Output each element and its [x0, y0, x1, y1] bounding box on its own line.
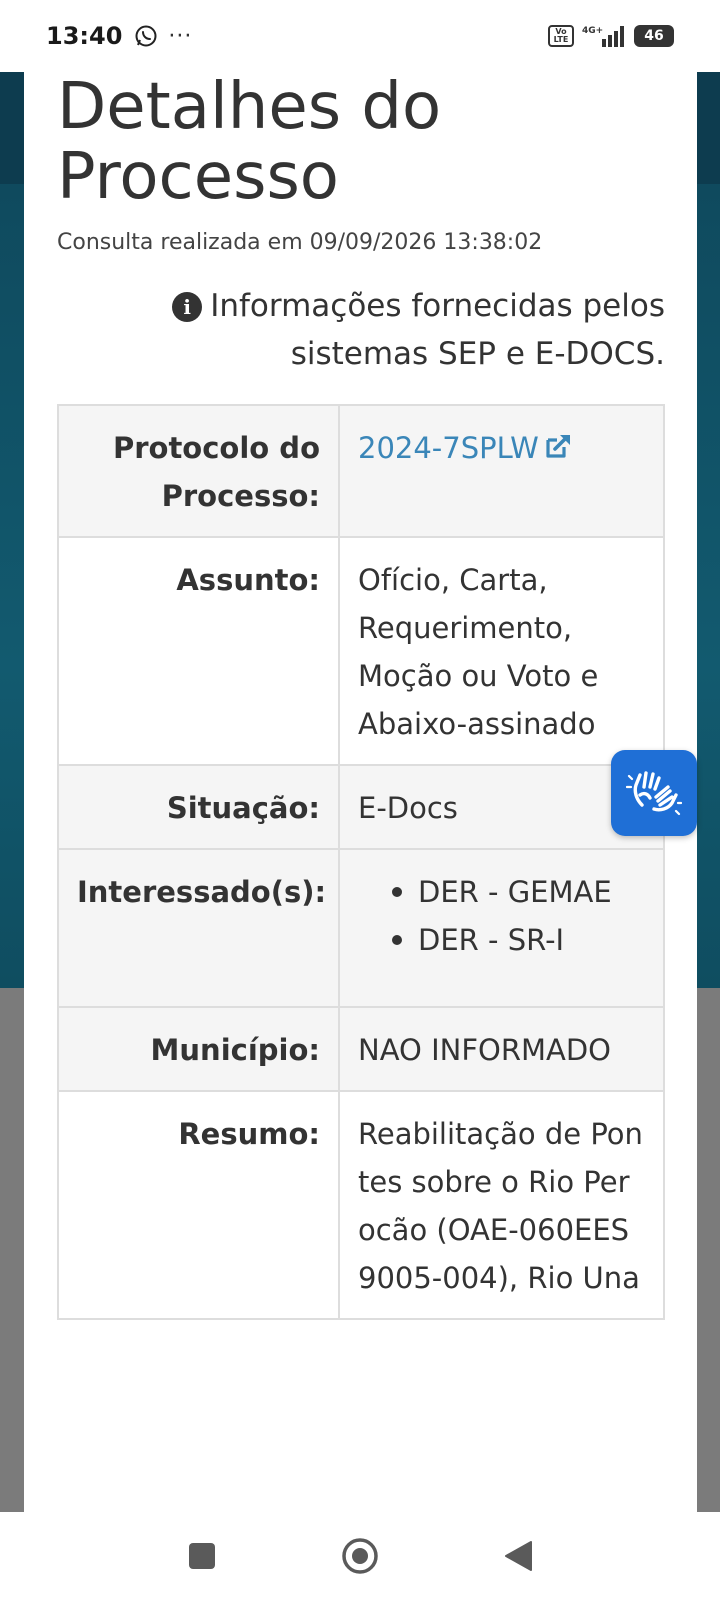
- volte-icon: Vo LTE: [548, 25, 574, 47]
- network-type-label: 4G+: [582, 26, 603, 36]
- source-note: i Informações fornecidas pelos sistemas S…: [105, 282, 665, 378]
- square-icon: [189, 1543, 215, 1569]
- info-circle-icon: i: [172, 292, 203, 322]
- back-triangle-icon: [505, 1541, 532, 1571]
- interested-list: DER - GEMAE DER - SR-I: [358, 868, 645, 964]
- back-button[interactable]: [498, 1536, 538, 1576]
- protocol-link[interactable]: 2024-7SPLW: [358, 431, 573, 465]
- status-bar: 13:40 ··· Vo LTE 4G+ 46: [0, 0, 720, 72]
- navigation-bar: [0, 1512, 720, 1600]
- status-indicators: Vo LTE 4G+ 46: [548, 24, 674, 48]
- recents-button[interactable]: [182, 1536, 222, 1576]
- subject-value: Ofício, Carta, Requerimento, Moção ou Vo…: [338, 536, 665, 766]
- status-label: Situação:: [57, 764, 340, 850]
- list-item: DER - SR-I: [392, 916, 645, 964]
- protocol-link-text: 2024-7SPLW: [358, 431, 539, 465]
- whatsapp-icon: [135, 25, 157, 47]
- signal-icon: 4G+: [582, 26, 624, 47]
- external-link-icon: [546, 435, 570, 458]
- process-details-card[interactable]: Detalhes do Processo Consulta realizada …: [24, 72, 697, 1512]
- screen: 13:40 ··· Vo LTE 4G+ 46 Detalhes do Proc…: [0, 0, 720, 1600]
- list-item: DER - GEMAE: [392, 868, 645, 916]
- protocol-value-cell: 2024-7SPLW: [338, 404, 665, 538]
- page-title: Detalhes do Processo: [57, 72, 442, 214]
- summary-label: Resumo:: [57, 1090, 340, 1320]
- query-timestamp: Consulta realizada em 09/09/2026 13:38:0…: [57, 230, 543, 255]
- summary-value: Reabilitação de Pontes sobre o Rio Peroc…: [338, 1090, 665, 1320]
- home-button[interactable]: [340, 1536, 380, 1576]
- more-notifications-icon: ···: [168, 23, 193, 49]
- page-right-edge: [697, 72, 720, 1512]
- battery-icon: 46: [634, 25, 674, 47]
- table-row-protocol: Protocolo do Processo: 2024-7SPLW: [57, 404, 665, 538]
- protocol-label: Protocolo do Processo:: [57, 404, 340, 538]
- interested-label: Interessado(s):: [57, 848, 340, 1008]
- table-row-summary: Resumo: Reabilitação de Pontes sobre o R…: [57, 1090, 665, 1320]
- table-row-status: Situação: E-Docs: [57, 764, 665, 850]
- table-row-municipality: Município: NAO INFORMADO: [57, 1006, 665, 1092]
- interested-value-cell: DER - GEMAE DER - SR-I: [338, 848, 665, 1008]
- sign-language-hands-icon: [626, 771, 682, 816]
- status-time: 13:40: [46, 22, 123, 50]
- home-circle-icon: [342, 1538, 378, 1574]
- municipality-label: Município:: [57, 1006, 340, 1092]
- table-row-subject: Assunto: Ofício, Carta, Requerimento, Mo…: [57, 536, 665, 766]
- municipality-value: NAO INFORMADO: [338, 1006, 665, 1092]
- process-details-table: Protocolo do Processo: 2024-7SPLW Assunt…: [57, 404, 665, 1320]
- table-row-interested: Interessado(s): DER - GEMAE DER - SR-I: [57, 848, 665, 1008]
- source-note-text: Informações fornecidas pelos sistemas SE…: [210, 288, 665, 372]
- accessibility-sign-language-button[interactable]: [611, 750, 697, 836]
- subject-label: Assunto:: [57, 536, 340, 766]
